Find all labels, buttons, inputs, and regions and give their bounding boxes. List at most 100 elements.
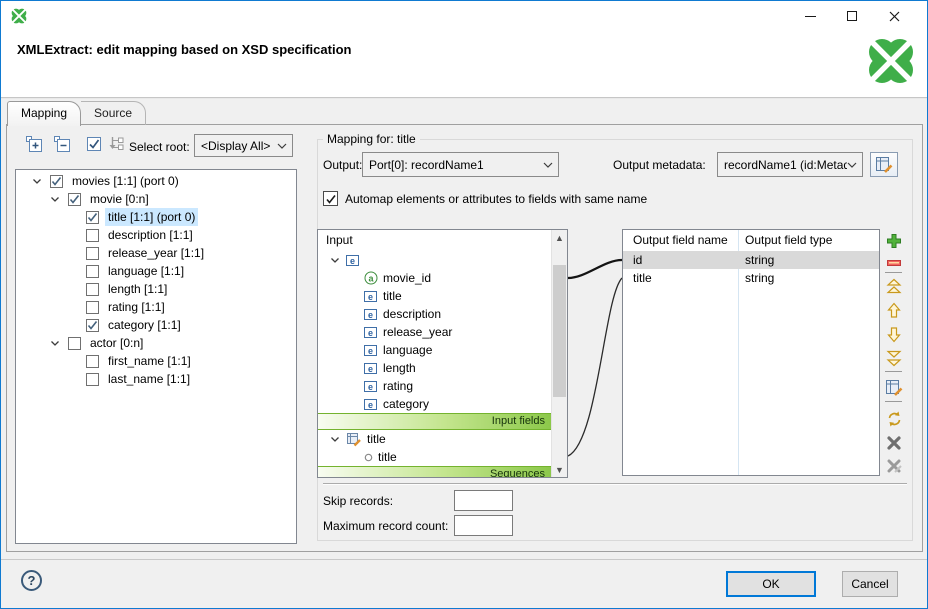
- tree-item[interactable]: last_name [1:1]: [16, 370, 296, 388]
- tab-mapping[interactable]: Mapping: [7, 101, 81, 126]
- element-icon: e: [364, 398, 378, 411]
- chevron-down-icon: [543, 162, 553, 168]
- expander-chevron-icon: [330, 435, 340, 444]
- move-down-icon[interactable]: [885, 325, 903, 343]
- titlebar: [1, 1, 927, 31]
- ok-button[interactable]: OK: [726, 571, 816, 597]
- element-icon: e: [346, 254, 360, 267]
- mapping-group-title: Mapping for: title: [323, 132, 420, 146]
- move-top-icon[interactable]: [885, 277, 903, 295]
- help-button[interactable]: ?: [21, 570, 42, 591]
- tree-structure-icon[interactable]: [108, 135, 126, 153]
- expander[interactable]: [330, 435, 346, 444]
- move-up-icon[interactable]: [885, 301, 903, 319]
- tree-item[interactable]: first_name [1:1]: [16, 352, 296, 370]
- input-element-item[interactable]: erelease_year: [318, 323, 551, 341]
- maximize-button[interactable]: [831, 1, 873, 31]
- input-element-item[interactable]: elanguage: [318, 341, 551, 359]
- input-element-item[interactable]: etitle: [318, 287, 551, 305]
- select-root-dropdown[interactable]: <Display All>: [194, 134, 293, 157]
- expander[interactable]: [50, 339, 68, 348]
- minimize-button[interactable]: [789, 1, 831, 31]
- tree-item-checkbox[interactable]: [68, 337, 81, 350]
- tree-item-checkbox[interactable]: [86, 265, 99, 278]
- check-icon: [51, 176, 62, 187]
- expander[interactable]: [330, 256, 346, 265]
- output-port-dropdown[interactable]: Port[0]: recordName1: [362, 152, 559, 177]
- input-field-item[interactable]: title: [318, 430, 551, 448]
- clear-automap-icon[interactable]: [885, 457, 903, 475]
- tree-item[interactable]: movies [1:1] (port 0): [16, 172, 296, 190]
- skip-records-input[interactable]: [454, 490, 513, 511]
- tree-item-checkbox[interactable]: [86, 247, 99, 260]
- toolbar-separator: [885, 272, 902, 273]
- expand-all-icon[interactable]: [25, 135, 43, 153]
- field-toolbar: [885, 229, 903, 479]
- input-element-item[interactable]: amovie_id: [318, 269, 551, 287]
- tree-item-label: category [1:1]: [105, 316, 184, 334]
- table-row[interactable]: titlestring: [623, 269, 879, 287]
- expander[interactable]: [32, 177, 50, 186]
- tab-source[interactable]: Source: [81, 101, 146, 125]
- element-icon: e: [364, 380, 378, 393]
- expander-chevron-icon: [50, 339, 60, 348]
- tree-item[interactable]: actor [0:n]: [16, 334, 296, 352]
- tree-item[interactable]: release_year [1:1]: [16, 244, 296, 262]
- field-type: string: [745, 269, 774, 287]
- scroll-down-icon[interactable]: ▼: [552, 462, 567, 477]
- expander[interactable]: [50, 195, 68, 204]
- input-tree: Inputeamovie_idetitleedescriptionereleas…: [318, 230, 551, 478]
- table-row[interactable]: idstring: [623, 251, 879, 269]
- move-bottom-icon[interactable]: [885, 349, 903, 367]
- tree-item[interactable]: language [1:1]: [16, 262, 296, 280]
- input-element-item[interactable]: e: [318, 251, 551, 269]
- tree-item-checkbox[interactable]: [86, 373, 99, 386]
- clear-mapping-icon[interactable]: [885, 434, 903, 452]
- max-record-count-input[interactable]: [454, 515, 513, 536]
- tree-item-label: description [1:1]: [105, 226, 196, 244]
- input-element-item[interactable]: edescription: [318, 305, 551, 323]
- check-elements-icon[interactable]: [85, 135, 103, 153]
- tree-item-checkbox[interactable]: [86, 301, 99, 314]
- element-icon: e: [364, 398, 378, 411]
- input-scrollbar[interactable]: ▲ ▼: [551, 230, 567, 477]
- automap-icon[interactable]: [885, 410, 903, 428]
- cancel-button[interactable]: Cancel: [842, 571, 898, 597]
- input-element-item[interactable]: elength: [318, 359, 551, 377]
- automap-checkbox[interactable]: [323, 191, 338, 206]
- tree-item[interactable]: title [1:1] (port 0): [16, 208, 296, 226]
- scroll-up-icon[interactable]: ▲: [552, 230, 567, 245]
- tree-item[interactable]: rating [1:1]: [16, 298, 296, 316]
- tree-item-checkbox[interactable]: [86, 319, 99, 332]
- element-icon: e: [364, 344, 378, 357]
- tree-item-label: release_year [1:1]: [105, 244, 207, 262]
- input-element-item[interactable]: erating: [318, 377, 551, 395]
- output-metadata-dropdown[interactable]: recordName1 (id:Metad: [717, 152, 863, 177]
- tree-item-checkbox[interactable]: [86, 283, 99, 296]
- separator: [323, 483, 907, 485]
- tree-item-checkbox[interactable]: [86, 355, 99, 368]
- tree-item-checkbox[interactable]: [86, 211, 99, 224]
- collapse-all-icon[interactable]: [53, 135, 71, 153]
- tree-item-label: rating [1:1]: [105, 298, 168, 316]
- check-icon: [87, 212, 98, 223]
- input-field-item[interactable]: title: [318, 448, 551, 466]
- tree-item[interactable]: movie [0:n]: [16, 190, 296, 208]
- close-button[interactable]: [873, 1, 915, 31]
- input-element-label: rating: [383, 377, 413, 395]
- input-element-item[interactable]: ecategory: [318, 395, 551, 413]
- tree-item[interactable]: length [1:1]: [16, 280, 296, 298]
- tree-item[interactable]: category [1:1]: [16, 316, 296, 334]
- edit-metadata-icon[interactable]: [885, 378, 903, 396]
- edit-metadata-button[interactable]: [870, 152, 898, 177]
- mapping-curves: [568, 229, 622, 478]
- tree-item-checkbox[interactable]: [86, 229, 99, 242]
- remove-field-icon[interactable]: [885, 254, 903, 272]
- input-fields-divider: Input fields: [318, 413, 551, 430]
- element-icon: e: [364, 290, 378, 303]
- add-field-icon[interactable]: [885, 232, 903, 250]
- tree-item-checkbox[interactable]: [68, 193, 81, 206]
- scrollbar-thumb[interactable]: [553, 265, 566, 397]
- tree-item[interactable]: description [1:1]: [16, 226, 296, 244]
- tree-item-checkbox[interactable]: [50, 175, 63, 188]
